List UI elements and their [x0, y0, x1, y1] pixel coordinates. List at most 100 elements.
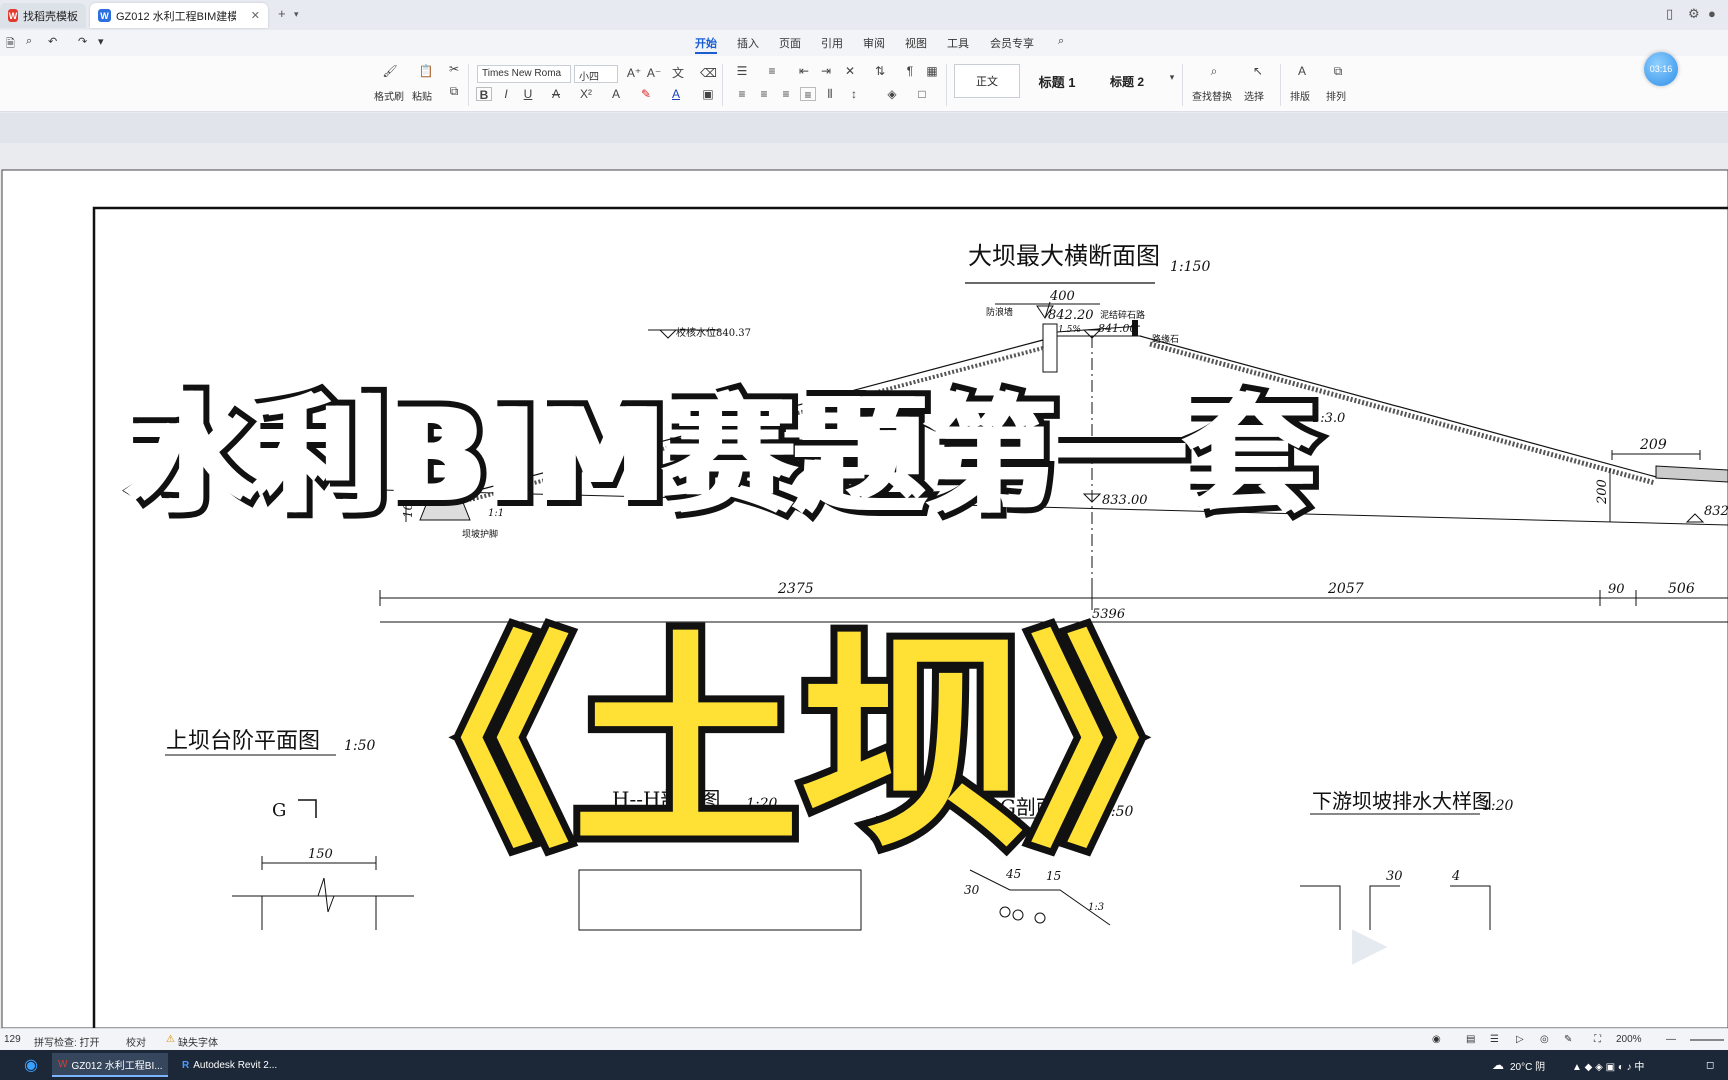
layout-button[interactable]: 排版: [1290, 88, 1310, 103]
highlight-icon[interactable]: ✎: [638, 87, 654, 101]
clear-format-icon[interactable]: ⌫: [700, 66, 717, 80]
edge-icon[interactable]: ◉: [18, 1053, 44, 1077]
line-spacing-icon[interactable]: ↕: [846, 87, 862, 101]
justify-icon[interactable]: ≡: [800, 87, 816, 102]
taskbar-revit[interactable]: R Autodesk Revit 2...: [176, 1053, 286, 1077]
zoom-slider[interactable]: [1690, 1039, 1724, 1041]
zoom-level[interactable]: 200%: [1616, 1034, 1642, 1045]
align-left-icon[interactable]: ≡: [734, 87, 750, 101]
menu-view[interactable]: 视图: [905, 35, 927, 51]
bold-icon[interactable]: B: [476, 87, 492, 102]
search-icon[interactable]: ⌕: [1058, 35, 1064, 48]
menu-tools[interactable]: 工具: [947, 35, 969, 51]
align-center-icon[interactable]: ≡: [756, 87, 772, 101]
borders-icon[interactable]: □: [914, 87, 930, 101]
undo-icon[interactable]: ↶: [48, 35, 57, 48]
superscript-icon[interactable]: X²: [578, 87, 594, 101]
select-icon[interactable]: ↖: [1250, 64, 1266, 78]
wps-icon: W: [58, 1058, 68, 1070]
menu-review[interactable]: 审阅: [863, 35, 885, 51]
menu-vip[interactable]: 会员专享: [990, 35, 1034, 51]
taskbar-wps-label: GZ012 水利工程BI...: [71, 1060, 163, 1072]
layout-icon[interactable]: A: [1294, 64, 1310, 78]
video-subtitle: 《土坝》: [337, 605, 1263, 885]
bullets-icon[interactable]: ☰: [734, 64, 750, 78]
arrange-icon[interactable]: ⧉: [1330, 64, 1346, 78]
arrange-button[interactable]: 排列: [1326, 88, 1346, 103]
copy-icon[interactable]: ⧉: [446, 84, 462, 98]
menu-insert[interactable]: 插入: [737, 35, 759, 51]
pen-icon[interactable]: ✎: [1564, 1034, 1572, 1045]
sort-icon[interactable]: ⇅: [872, 64, 888, 78]
menu-home[interactable]: 开始: [695, 35, 717, 54]
paste-button[interactable]: 粘贴: [412, 88, 432, 103]
paste-icon[interactable]: 📋: [418, 64, 434, 78]
find-replace-button[interactable]: 查找替换: [1192, 88, 1232, 103]
play-icon[interactable]: ▷: [1516, 1034, 1524, 1045]
chevron-down-icon[interactable]: ▾: [294, 9, 299, 20]
web-view-icon[interactable]: ◎: [1540, 1034, 1549, 1045]
text-effect-icon[interactable]: A: [608, 87, 624, 101]
style-heading-1[interactable]: 标题 1: [1024, 64, 1090, 98]
shrink-font-icon[interactable]: A⁻: [646, 66, 662, 80]
print-preview-icon[interactable]: ⌕: [26, 35, 32, 48]
fit-icon[interactable]: ⛶: [1594, 1034, 1601, 1045]
styles-more-icon[interactable]: ▾: [1164, 70, 1180, 84]
outdent-icon[interactable]: ⇤: [796, 64, 812, 78]
chinese-layout-icon[interactable]: ✕: [842, 64, 858, 78]
tab-label: GZ012 水利工程BIM建模与应: [116, 10, 236, 23]
divider: [1280, 64, 1281, 106]
zoom-out-icon[interactable]: —: [1666, 1034, 1676, 1045]
redo-icon[interactable]: ↷: [78, 35, 87, 48]
phonetic-icon[interactable]: 文: [670, 66, 686, 80]
strike-icon[interactable]: A: [548, 87, 564, 101]
indent-icon[interactable]: ⇥: [818, 64, 834, 78]
char-border-icon[interactable]: ▣: [700, 87, 716, 101]
settings-icon[interactable]: ⚙: [1688, 6, 1700, 22]
numbering-icon[interactable]: ≡: [764, 64, 780, 78]
grow-font-icon[interactable]: A⁺: [626, 66, 642, 80]
shading-icon[interactable]: ◈: [884, 87, 900, 101]
font-name-select[interactable]: Times New Roma: [477, 65, 571, 83]
show-marks-icon[interactable]: ¶: [902, 64, 918, 78]
select-button[interactable]: 选择: [1244, 88, 1264, 103]
italic-icon[interactable]: I: [498, 87, 514, 101]
close-icon[interactable]: ✕: [251, 9, 260, 22]
divider: [722, 64, 723, 106]
table-icon[interactable]: ▦: [924, 64, 940, 78]
format-painter-button[interactable]: 格式刷: [374, 88, 404, 103]
missing-font-button[interactable]: 缺失字体: [178, 1034, 218, 1049]
outline-view-icon[interactable]: ☰: [1490, 1034, 1499, 1045]
avatar[interactable]: ●: [1708, 6, 1716, 21]
notification-icon[interactable]: ◻: [1700, 1053, 1720, 1077]
spell-check-status[interactable]: 拼写检查: 打开: [34, 1034, 100, 1049]
menu-references[interactable]: 引用: [821, 35, 843, 51]
font-size-select[interactable]: 小四: [574, 65, 618, 83]
style-normal[interactable]: 正文: [954, 64, 1020, 98]
underline-icon[interactable]: U: [520, 87, 536, 101]
tray-icons[interactable]: ▲ ◆ ◈ ▣ ◐ ♪ 中: [1566, 1053, 1650, 1077]
tab-document[interactable]: W GZ012 水利工程BIM建模与应 ✕: [90, 3, 268, 28]
more-icon[interactable]: ▾: [98, 35, 104, 48]
taskbar-wps[interactable]: W GZ012 水利工程BI...: [52, 1053, 168, 1077]
menu-page[interactable]: 页面: [779, 35, 801, 51]
taskbar: ◉ W GZ012 水利工程BI... R Autodesk Revit 2..…: [0, 1050, 1728, 1080]
page-view-icon[interactable]: ▤: [1466, 1034, 1475, 1045]
revit-icon: R: [182, 1059, 190, 1071]
cut-icon[interactable]: ✂: [446, 62, 462, 76]
new-tab-button[interactable]: +: [278, 6, 286, 21]
menu-bar: 🗎 ⌕ ↶ ↷ ▾ 开始 插入 页面 引用 审阅 视图 工具 会员专享 ⌕: [0, 30, 1728, 56]
style-heading-2[interactable]: 标题 2: [1094, 64, 1160, 98]
distribute-icon[interactable]: ⫴: [822, 87, 838, 101]
find-icon[interactable]: ⌕: [1206, 64, 1222, 78]
format-painter-icon[interactable]: 🖌: [382, 64, 398, 78]
weather-text: 20°C 阴: [1510, 1061, 1546, 1073]
divider: [468, 64, 469, 106]
tab-templates[interactable]: W 找稻壳模板: [0, 3, 86, 28]
proofread-button[interactable]: 校对: [126, 1034, 146, 1049]
eye-icon[interactable]: ◉: [1432, 1034, 1441, 1045]
align-right-icon[interactable]: ≡: [778, 87, 794, 101]
minimize-icon[interactable]: ▯: [1666, 6, 1673, 22]
font-color-icon[interactable]: A: [668, 87, 684, 101]
quick-save-icon[interactable]: 🗎: [6, 35, 15, 54]
